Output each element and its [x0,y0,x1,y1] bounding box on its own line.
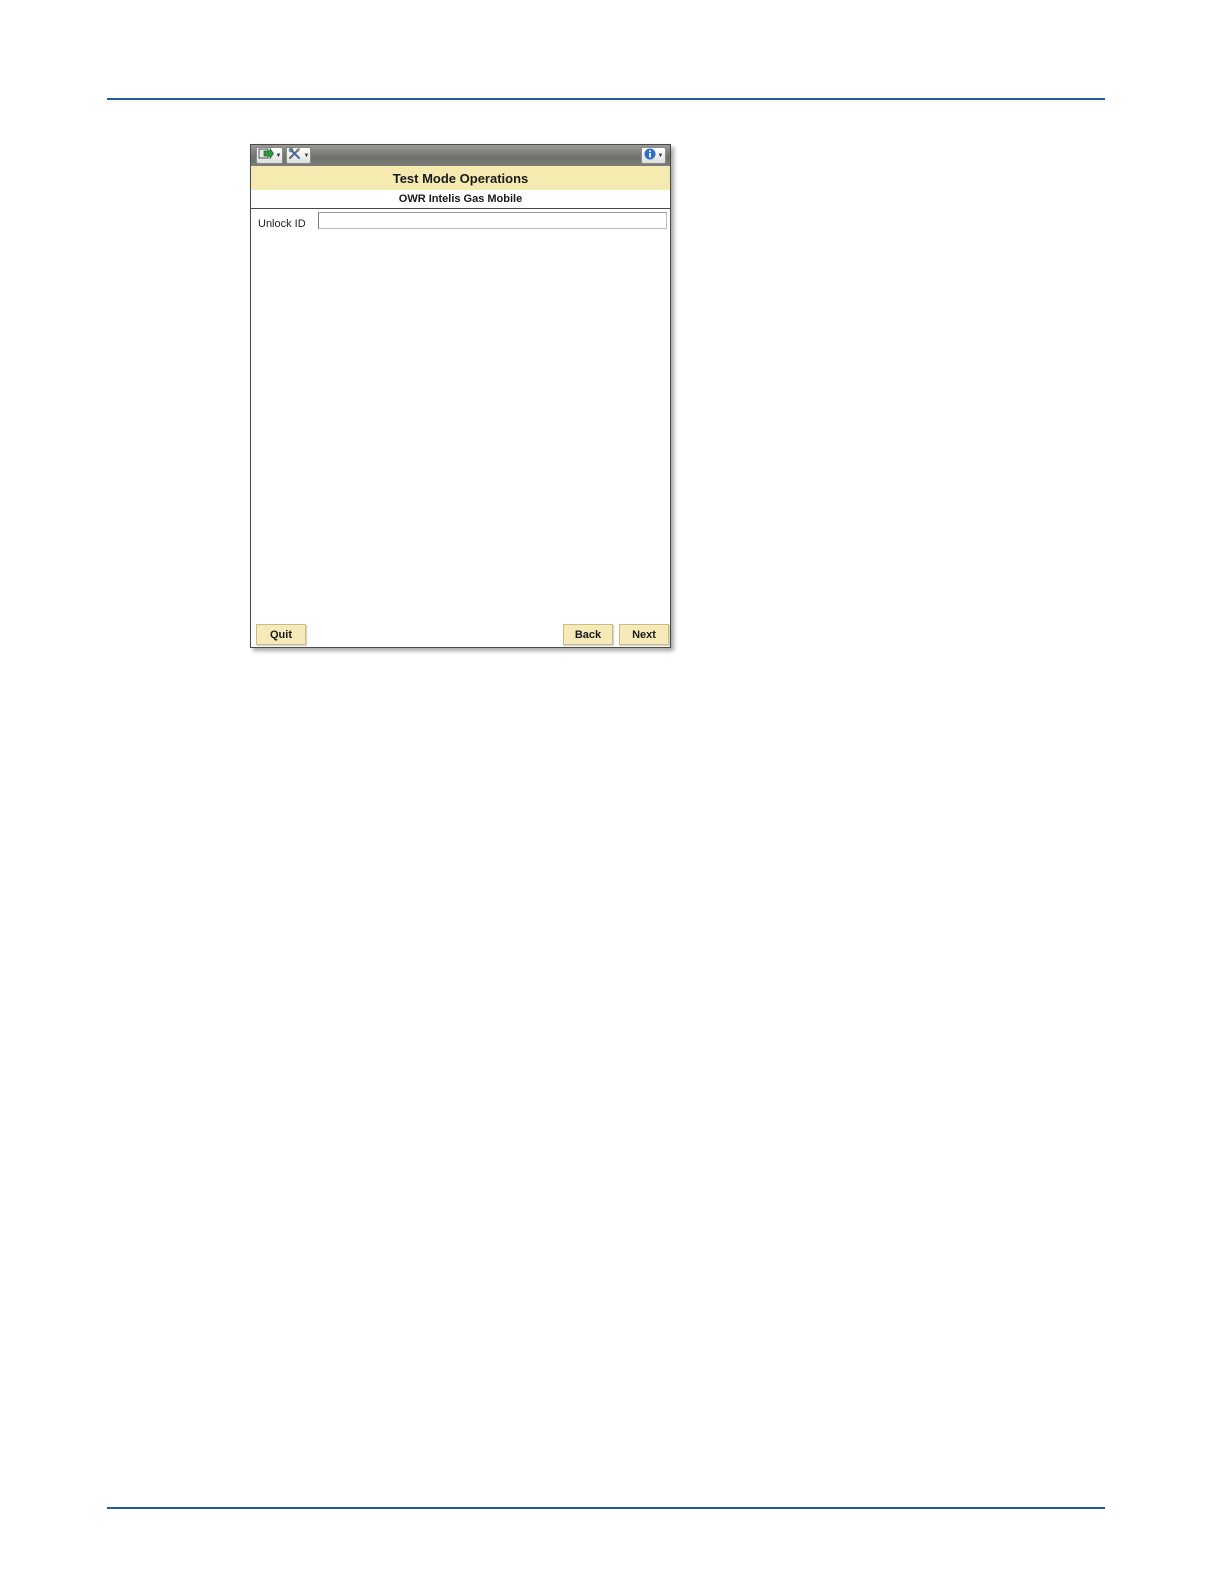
tools-menu-button[interactable]: ▼ [286,147,311,164]
chevron-down-icon: ▼ [657,152,664,159]
page-bottom-rule [107,1507,1105,1509]
info-menu-button[interactable]: ▼ [641,147,666,164]
page-subtitle: OWR Intelis Gas Mobile [251,190,670,209]
tools-icon [288,147,302,165]
unlock-id-input[interactable] [318,212,667,229]
navigate-icon [258,146,274,165]
unlock-id-label: Unlock ID [258,218,306,230]
page-top-rule [107,98,1105,100]
page-title: Test Mode Operations [251,166,670,190]
navigate-menu-button[interactable]: ▼ [256,146,283,165]
toolbar: ▼ ▼ ▼ [251,145,670,166]
chevron-down-icon: ▼ [303,152,310,159]
back-button[interactable]: Back [563,624,613,645]
next-button[interactable]: Next [619,624,669,645]
quit-button[interactable]: Quit [256,624,306,645]
app-window: ▼ ▼ ▼ Test Mode Operations OWR Intelis G… [250,144,671,648]
chevron-down-icon: ▼ [275,152,282,159]
info-icon [644,147,656,165]
